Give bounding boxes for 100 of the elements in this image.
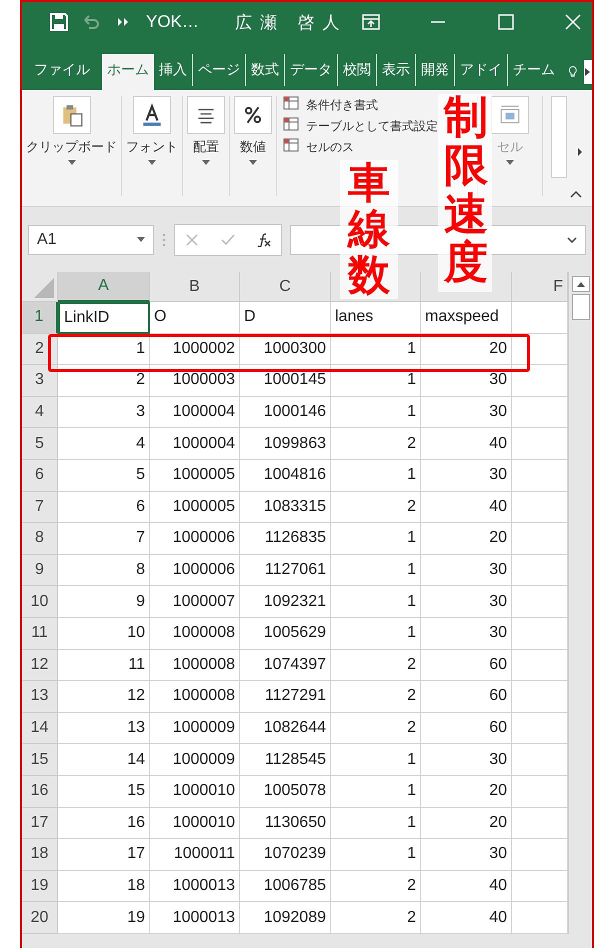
table-cell: 1000300 (240, 334, 331, 366)
user-name: 広瀬 啓人 (234, 12, 348, 34)
table-cell: 30 (421, 365, 512, 397)
table-cell: 1 (331, 839, 421, 871)
table-cell: lanes (331, 302, 421, 334)
table-cell: 1000003 (150, 365, 240, 397)
table-cell: 2 (331, 712, 421, 744)
table-cell: 1000006 (150, 554, 240, 586)
table-cell: 1 (331, 554, 421, 586)
table-cell: 1 (331, 776, 421, 808)
table-cell: 1005629 (240, 618, 331, 650)
table-cell: 2 (331, 428, 421, 460)
table-cell: 1 (58, 334, 150, 366)
table-cell: 6 (58, 492, 150, 524)
table-cell: 1070239 (240, 839, 331, 871)
table-cell: 60 (421, 681, 512, 713)
table-cell: 1 (331, 523, 421, 555)
table-cell: 1000005 (150, 492, 240, 524)
table-cell: 1126835 (240, 523, 331, 555)
table-cell: 2 (331, 650, 421, 682)
table-cell: 2 (331, 870, 421, 902)
table-cell: 1 (331, 744, 421, 776)
table-cell: 40 (421, 428, 512, 460)
table-cell: 1 (331, 618, 421, 650)
table-cell: 2 (58, 365, 150, 397)
table-cell: 1127291 (240, 681, 331, 713)
table-cell: O (150, 302, 240, 334)
annotation-overlay: 制限速度 (438, 94, 492, 292)
table-cell: 60 (421, 712, 512, 744)
table-cell: 1006785 (240, 870, 331, 902)
table-cell: 1000004 (150, 428, 240, 460)
table-cell: 1128545 (240, 744, 331, 776)
table-cell: 40 (421, 492, 512, 524)
table-cell: 1000146 (240, 396, 331, 428)
table-cell: 20 (421, 334, 512, 366)
table-cell: 14 (58, 744, 150, 776)
table-cell: 1000009 (150, 712, 240, 744)
table-cell: 8 (58, 554, 150, 586)
table-cell: 1 (331, 334, 421, 366)
table-cell: 60 (421, 650, 512, 682)
table-cell: 12 (58, 681, 150, 713)
table-cell: 1004816 (240, 460, 331, 492)
table-cell: 1000008 (150, 681, 240, 713)
table-cell: 18 (58, 870, 150, 902)
table-cell: 1 (331, 460, 421, 492)
table-cell: 30 (421, 618, 512, 650)
table-cell: 13 (58, 712, 150, 744)
table-cell: maxspeed (421, 302, 512, 334)
table-cell: 16 (58, 808, 150, 840)
table-cell: 30 (421, 586, 512, 618)
table-cell: 1000013 (150, 870, 240, 902)
table-cell: 40 (421, 870, 512, 902)
table-cell: 30 (421, 554, 512, 586)
table-cell: 1092089 (240, 902, 331, 934)
table-cell: 1000145 (240, 365, 331, 397)
table-cell: 1000004 (150, 396, 240, 428)
table-cell: 15 (58, 776, 150, 808)
table-cell: 1000013 (150, 902, 240, 934)
table-cell: 1074397 (240, 650, 331, 682)
window-title: YOK… (146, 12, 199, 32)
table-cell: 1082644 (240, 712, 331, 744)
table-cell: 1000005 (150, 460, 240, 492)
table-cell: 5 (58, 460, 150, 492)
table-cell: 20 (421, 808, 512, 840)
table-cell: 30 (421, 744, 512, 776)
table-cell: 1083315 (240, 492, 331, 524)
table-cell: D (240, 302, 331, 334)
table-cell: 1000011 (150, 839, 240, 871)
table-cell: 1000008 (150, 618, 240, 650)
table-cell: 3 (58, 396, 150, 428)
table-cell: 20 (421, 523, 512, 555)
table-cell: 1005078 (240, 776, 331, 808)
table-cell: 1 (331, 586, 421, 618)
table-cell: 1000007 (150, 586, 240, 618)
cell-reference: A1 (37, 230, 57, 248)
table-cell: 1127061 (240, 554, 331, 586)
table-cell: 30 (421, 839, 512, 871)
table-cell: 7 (58, 523, 150, 555)
table-cell: 1000010 (150, 776, 240, 808)
table-cell: 1 (331, 365, 421, 397)
table-cell: 2 (331, 902, 421, 934)
table-cell: 2 (331, 492, 421, 524)
table-cell: 1099863 (240, 428, 331, 460)
table-cell: 10 (58, 618, 150, 650)
table-cell: 9 (58, 586, 150, 618)
table-cell: 1 (331, 396, 421, 428)
annotation-overlay: 車線数 (340, 160, 398, 299)
table-cell: 17 (58, 839, 150, 871)
selected-cell: LinkID (58, 302, 150, 334)
table-cell: 1000008 (150, 650, 240, 682)
table-cell: 30 (421, 396, 512, 428)
table-cell: 20 (421, 776, 512, 808)
table-cell: 19 (58, 902, 150, 934)
table-cell: 11 (58, 650, 150, 682)
table-cell: 1000002 (150, 334, 240, 366)
table-cell: 1000006 (150, 523, 240, 555)
table-cell: 40 (421, 902, 512, 934)
table-cell: 30 (421, 460, 512, 492)
table-cell: 1092321 (240, 586, 331, 618)
table-cell: 2 (331, 681, 421, 713)
